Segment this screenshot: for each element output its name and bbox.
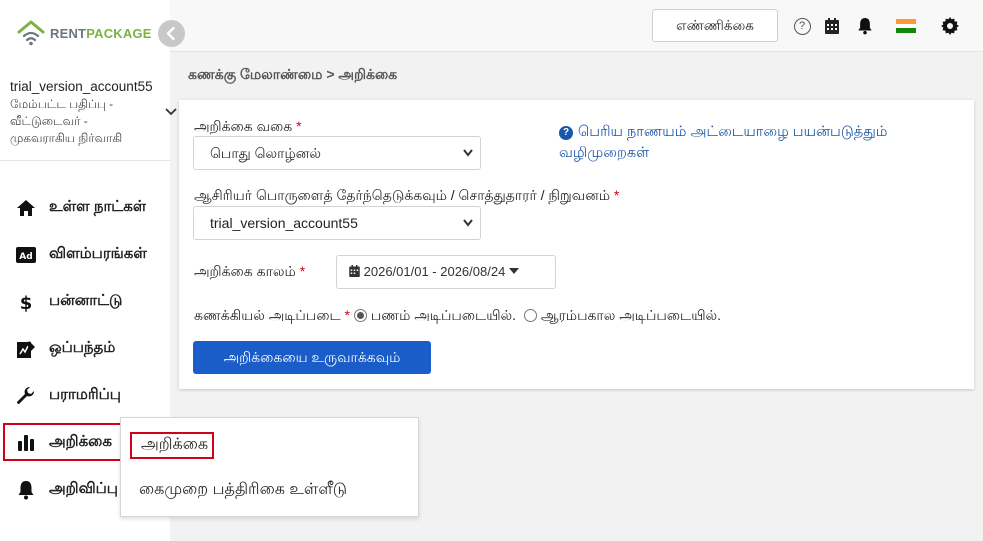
accrual-basis-radio[interactable] bbox=[523, 309, 537, 322]
chevron-down-icon[interactable] bbox=[164, 104, 178, 120]
bar-chart-icon bbox=[15, 432, 37, 452]
chevron-left-icon bbox=[166, 26, 175, 41]
submenu-item-report[interactable]: அறிக்கை bbox=[130, 432, 215, 459]
caret-down-icon bbox=[508, 268, 519, 274]
sidebar-collapse-button[interactable] bbox=[158, 20, 185, 47]
reports-submenu: அறிக்கை கைமுறை பத்திரிகை உள்ளீடு bbox=[120, 417, 419, 517]
ad-icon: Ad bbox=[15, 245, 37, 265]
owner-label: ஆசிரியர் பொருளைத் தேர்ந்தெடுக்கவும் / சொ… bbox=[194, 187, 620, 203]
sidebar-item-contract[interactable]: ஒப்பந்தம் bbox=[0, 325, 170, 372]
bell-icon bbox=[15, 480, 37, 500]
home-icon bbox=[15, 198, 37, 218]
sidebar-item-label: விளம்பரங்கள் bbox=[49, 245, 147, 262]
count-button[interactable]: எண்ணிக்கை bbox=[652, 9, 778, 42]
sidebar-item-maintenance[interactable]: பராமரிப்பு bbox=[0, 372, 170, 419]
sidebar-divider bbox=[0, 160, 170, 161]
account-role-2: முகவராகிய நிர்வாகி bbox=[10, 131, 123, 145]
chevron-down-icon bbox=[462, 207, 474, 251]
breadcrumb: கணக்கு மேலாண்மை > அறிக்கை bbox=[188, 66, 398, 82]
india-flag-icon[interactable] bbox=[896, 16, 916, 36]
contract-icon bbox=[15, 339, 37, 359]
sidebar-item-ads[interactable]: Ad விளம்பரங்கள் bbox=[0, 231, 170, 278]
calendar-icon[interactable] bbox=[822, 16, 842, 36]
account-switcher[interactable]: trial_version_account55 மேம்பட்ட பதிப்பு… bbox=[10, 78, 170, 147]
report-form-card: அறிக்கை வகை * பொது லொழ்னல் ? பெரிய நாணயம்… bbox=[179, 100, 974, 389]
report-period-label: அறிக்கை காலம் * bbox=[194, 263, 306, 279]
chevron-down-icon bbox=[462, 137, 474, 181]
logo[interactable]: RENTPACKAGE bbox=[16, 18, 152, 48]
account-name: trial_version_account55 bbox=[10, 79, 153, 94]
account-plan: மேம்பட்ட பதிப்பு - bbox=[10, 97, 114, 111]
gear-icon[interactable] bbox=[940, 16, 960, 36]
sidebar-item-finance[interactable]: $ பன்னாட்டு bbox=[0, 278, 170, 325]
svg-text:Ad: Ad bbox=[19, 252, 32, 262]
sidebar-item-label: பராமரிப்பு bbox=[49, 386, 121, 403]
question-icon: ? bbox=[559, 126, 573, 140]
report-type-label: அறிக்கை வகை * bbox=[194, 118, 302, 134]
top-bar: எண்ணிக்கை ? bbox=[170, 0, 983, 52]
sidebar-item-label: ஒப்பந்தம் bbox=[49, 339, 116, 356]
calendar-icon bbox=[349, 265, 360, 277]
submenu-item-manual-journal[interactable]: கைமுறை பத்திரிகை உள்ளீடு bbox=[139, 480, 347, 500]
svg-text:$: $ bbox=[20, 293, 33, 312]
logo-text: RENTPACKAGE bbox=[50, 25, 152, 41]
wrench-icon bbox=[15, 386, 37, 406]
dollar-icon: $ bbox=[15, 292, 37, 312]
report-period-picker[interactable]: 2026/01/01 - 2026/08/24 bbox=[336, 255, 556, 289]
cash-basis-radio[interactable] bbox=[353, 309, 367, 322]
sidebar-item-label: பன்னாட்டு bbox=[49, 292, 123, 309]
sidebar-item-reports[interactable]: அறிக்கை bbox=[3, 423, 137, 461]
sidebar-item-label: அறிக்கை bbox=[49, 432, 112, 450]
sidebar-item-label: உள்ள நாட்கள் bbox=[49, 198, 147, 215]
owner-select[interactable]: trial_version_account55 bbox=[193, 206, 481, 240]
accounting-basis-row: கணக்கியல் அடிப்படை * பணம் அடிப்படையில். … bbox=[194, 307, 722, 323]
bell-icon[interactable] bbox=[855, 16, 875, 36]
account-role: வீட்டுடைவர் - bbox=[10, 114, 88, 128]
logo-icon bbox=[17, 20, 45, 46]
help-link[interactable]: ? பெரிய நாணயம் அட்டையாழை பயன்படுத்தும் வழ… bbox=[559, 122, 959, 164]
sidebar-item-label: அறிவிப்பு bbox=[49, 480, 118, 497]
help-icon[interactable]: ? bbox=[792, 16, 812, 36]
sidebar-item-properties[interactable]: உள்ள நாட்கள் bbox=[0, 184, 170, 231]
generate-report-button[interactable]: அறிக்கையை உருவாக்கவும் bbox=[193, 341, 431, 374]
report-type-select[interactable]: பொது லொழ்னல் bbox=[193, 136, 481, 170]
